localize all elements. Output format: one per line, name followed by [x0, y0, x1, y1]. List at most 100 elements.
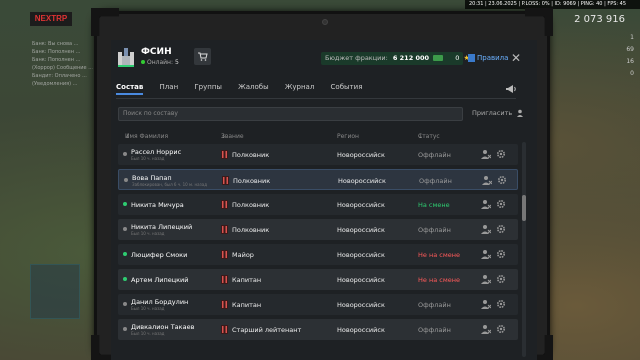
chat-line: Банк: Пополнен ...: [32, 57, 81, 63]
member-status: Оффлайн: [418, 226, 451, 234]
rank-icon: [221, 325, 228, 334]
invite-button[interactable]: Пригласить: [472, 109, 525, 117]
manage-member-icon[interactable]: [481, 249, 491, 259]
online-dot-icon: [141, 60, 145, 64]
minimap: [30, 264, 80, 319]
tab-groups[interactable]: Группы: [194, 83, 222, 95]
close-icon[interactable]: ✕: [511, 51, 521, 65]
member-status: На смене: [418, 201, 450, 209]
table-row[interactable]: Вова Папап Заблокирован, был 6 ч. 10 м. н…: [118, 169, 518, 190]
presence-dot-icon: [123, 202, 127, 206]
member-region: Новороссийск: [337, 151, 385, 159]
member-region: Новороссийск: [338, 177, 386, 185]
scrollbar[interactable]: [522, 142, 526, 357]
rules-link[interactable]: Правила: [468, 52, 508, 65]
presence-dot-icon: [123, 252, 127, 256]
rank-icon: [222, 176, 229, 185]
member-region: Новороссийск: [337, 201, 385, 209]
presence-dot-icon: [123, 152, 127, 156]
tab-members[interactable]: Состав: [116, 83, 144, 95]
tab-journal[interactable]: Журнал: [285, 83, 314, 95]
chat-line: (Хоррор) Сообщение ...: [32, 65, 93, 71]
online-count: 5: [174, 59, 179, 66]
chat-line: Бандит: Оплачено ...: [32, 73, 87, 79]
members-table: Рассел Норрис Был 10 ч. назад Полковник Нов…: [118, 144, 518, 344]
member-last-seen: Был 10 ч. назад: [131, 156, 165, 161]
member-rank: Полковник: [232, 226, 270, 234]
manage-member-icon[interactable]: [481, 274, 491, 284]
table-row[interactable]: Данил Бордулин Был 10 ч. назад Капитан Ново…: [118, 294, 518, 315]
shop-cart-button[interactable]: [194, 48, 211, 65]
hud-stat: 16: [626, 58, 634, 65]
player-money: 2 073 916: [574, 14, 625, 25]
table-row[interactable]: Дивкалион Такаев Был 10 ч. назад Старший л…: [118, 319, 518, 340]
manage-member-icon[interactable]: [481, 149, 491, 159]
hud-stat: 0: [630, 70, 634, 77]
chat-line: Банк: Пополнен ...: [32, 49, 81, 55]
table-header: Имя Фамилия ↓ Звание ↓ Регион Статус ↓: [118, 133, 518, 143]
tabs-divider: [116, 98, 516, 99]
member-last-seen: Заблокирован, был 6 ч. 10 м. назад: [132, 182, 207, 187]
tab-events[interactable]: События: [331, 83, 363, 95]
rank-icon: [221, 275, 228, 284]
tablet-screen: ФСИН Онлайн: 5 Бюджет фракции: 6 212 000…: [111, 40, 537, 360]
book-icon: [468, 54, 475, 62]
budget-amount: 6 212 000: [392, 54, 430, 62]
member-name: Никита Липецкий: [131, 223, 193, 231]
member-last-seen: Был 10 ч. назад: [131, 306, 165, 311]
member-name: Дивкалион Такаев: [131, 323, 195, 331]
online-indicator: Онлайн: 5: [141, 59, 179, 66]
header-name[interactable]: Имя Фамилия ↓: [125, 133, 168, 140]
member-status: Оффлайн: [418, 301, 451, 309]
settings-gear-icon[interactable]: [497, 175, 507, 185]
presence-dot-icon: [123, 327, 127, 331]
faction-header: ФСИН Онлайн: 5 Бюджет фракции: 6 212 000…: [111, 40, 537, 80]
online-label: Онлайн:: [147, 59, 174, 66]
table-row[interactable]: Никита Мичура Полковник Новороссийск На сме…: [118, 194, 518, 215]
game-logo: NEXTRP: [30, 12, 72, 26]
scrollbar-thumb[interactable]: [522, 195, 526, 221]
rank-icon: [221, 150, 228, 159]
chat-log: Банк: Вы снова ... Банк: Пополнен ... Ба…: [32, 40, 94, 88]
budget-label: Бюджет фракции:: [325, 54, 388, 62]
member-rank: Старший лейтенант: [232, 326, 302, 334]
settings-gear-icon[interactable]: [496, 224, 506, 234]
manage-member-icon[interactable]: [482, 175, 492, 185]
settings-gear-icon[interactable]: [496, 299, 506, 309]
settings-gear-icon[interactable]: [496, 199, 506, 209]
manage-member-icon[interactable]: [481, 199, 491, 209]
header-region: Регион: [337, 133, 359, 140]
member-rank: Полковник: [232, 201, 270, 209]
member-name: Никита Мичура: [131, 201, 184, 209]
tab-complaints[interactable]: Жалобы: [238, 83, 268, 95]
member-name: Данил Бордулин: [131, 298, 189, 306]
rank-icon: [221, 200, 228, 209]
table-row[interactable]: Рассел Норрис Был 10 ч. назад Полковник Нов…: [118, 144, 518, 165]
table-row[interactable]: Люцифер Смоки Майор Новороссийск Не на смен…: [118, 244, 518, 265]
rank-icon: [221, 225, 228, 234]
presence-dot-icon: [123, 227, 127, 231]
presence-dot-icon: [123, 277, 127, 281]
tab-plan[interactable]: План: [160, 83, 179, 95]
cart-icon: [197, 52, 208, 61]
header-status[interactable]: Статус ↓: [418, 133, 440, 140]
settings-gear-icon[interactable]: [496, 249, 506, 259]
settings-gear-icon[interactable]: [496, 274, 506, 284]
member-status: Оффлайн: [418, 326, 451, 334]
chat-line: Банк: Вы снова ...: [32, 41, 79, 47]
settings-gear-icon[interactable]: [496, 149, 506, 159]
member-name: Люцифер Смоки: [131, 251, 188, 259]
header-rank[interactable]: Звание ↓: [221, 133, 244, 140]
search-input[interactable]: Поиск по составу: [118, 107, 463, 121]
manage-member-icon[interactable]: [481, 224, 491, 234]
table-row[interactable]: Артем Липецкий Капитан Новороссийск Не на с…: [118, 269, 518, 290]
member-region: Новороссийск: [337, 301, 385, 309]
presence-dot-icon: [123, 302, 127, 306]
manage-member-icon[interactable]: [481, 324, 491, 334]
settings-gear-icon[interactable]: [496, 324, 506, 334]
member-rank: Капитан: [232, 276, 262, 284]
manage-member-icon[interactable]: [481, 299, 491, 309]
table-row[interactable]: Никита Липецкий Был 10 ч. назад Полковник Н…: [118, 219, 518, 240]
member-status: Оффлайн: [418, 151, 451, 159]
megaphone-icon[interactable]: [505, 84, 517, 94]
